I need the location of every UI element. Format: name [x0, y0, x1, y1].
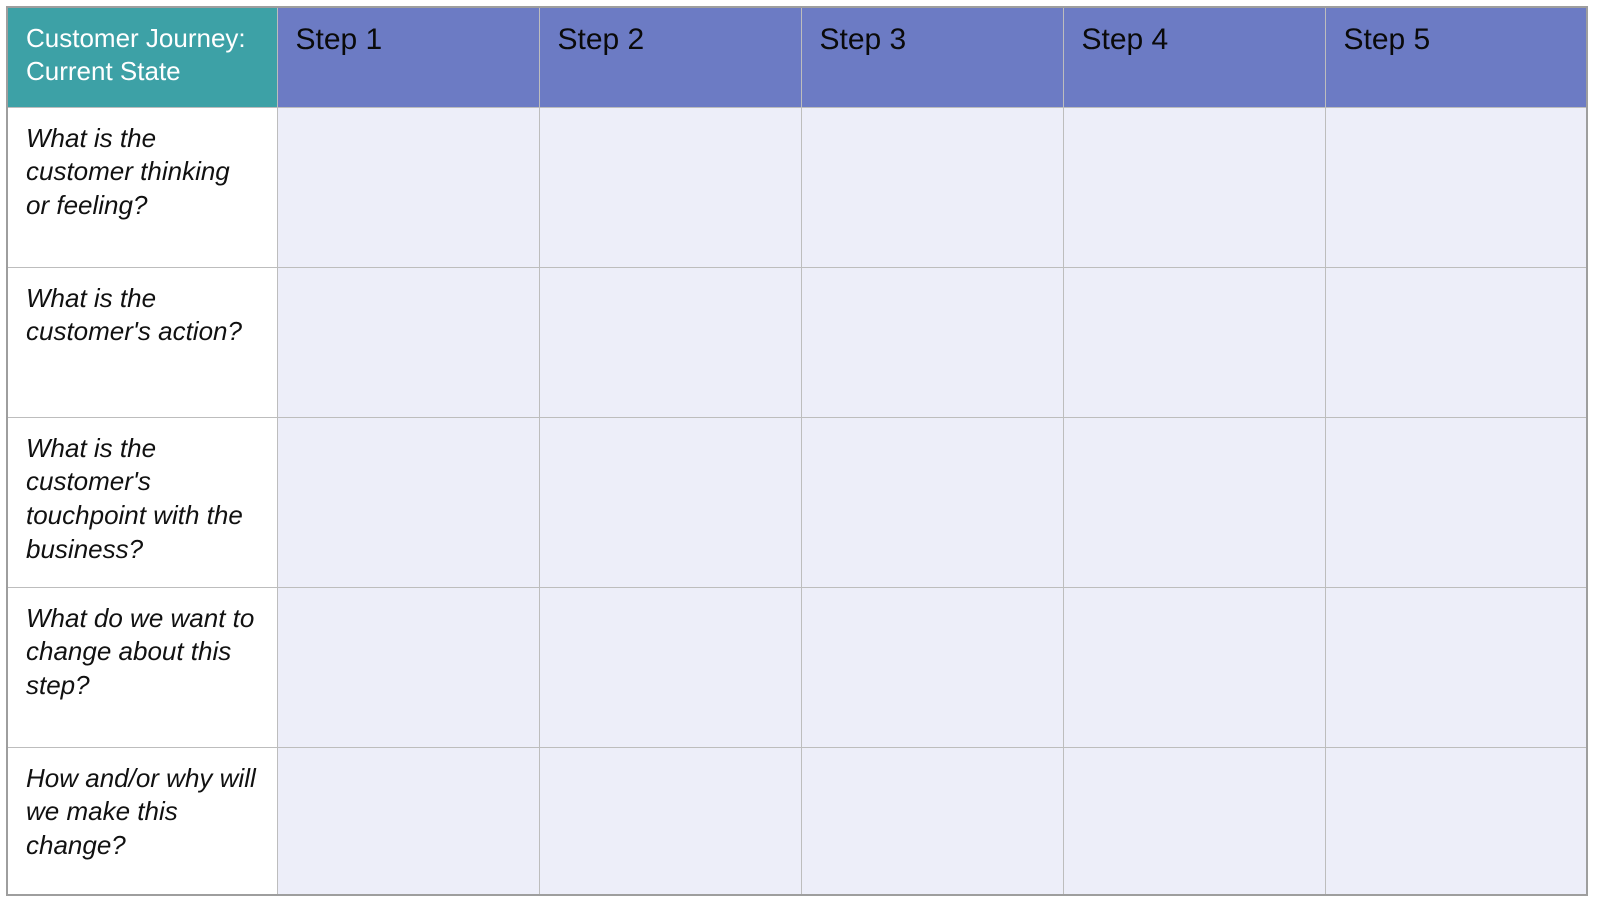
cell-r5-c1[interactable] — [277, 747, 539, 895]
cell-r5-c2[interactable] — [539, 747, 801, 895]
cell-r3-c4[interactable] — [1063, 417, 1325, 587]
cell-r2-c1[interactable] — [277, 267, 539, 417]
step-header-2: Step 2 — [539, 7, 801, 107]
step-header-5: Step 5 — [1325, 7, 1587, 107]
table-corner-title: Customer Journey: Current State — [7, 7, 277, 107]
cell-r2-c3[interactable] — [801, 267, 1063, 417]
cell-r1-c3[interactable] — [801, 107, 1063, 267]
cell-r3-c2[interactable] — [539, 417, 801, 587]
cell-r4-c5[interactable] — [1325, 587, 1587, 747]
cell-r1-c4[interactable] — [1063, 107, 1325, 267]
step-header-1: Step 1 — [277, 7, 539, 107]
row-label-change-what: What do we want to change about this ste… — [7, 587, 277, 747]
table-row: What is the customer thinking or feeling… — [7, 107, 1587, 267]
cell-r3-c5[interactable] — [1325, 417, 1587, 587]
cell-r5-c4[interactable] — [1063, 747, 1325, 895]
step-header-3: Step 3 — [801, 7, 1063, 107]
table-row: How and/or why will we make this change? — [7, 747, 1587, 895]
cell-r5-c3[interactable] — [801, 747, 1063, 895]
cell-r2-c5[interactable] — [1325, 267, 1587, 417]
cell-r2-c2[interactable] — [539, 267, 801, 417]
cell-r1-c5[interactable] — [1325, 107, 1587, 267]
row-label-thinking-feeling: What is the customer thinking or feeling… — [7, 107, 277, 267]
step-header-4: Step 4 — [1063, 7, 1325, 107]
cell-r3-c1[interactable] — [277, 417, 539, 587]
cell-r4-c3[interactable] — [801, 587, 1063, 747]
table-row: What is the customer's action? — [7, 267, 1587, 417]
cell-r1-c2[interactable] — [539, 107, 801, 267]
row-label-change-how-why: How and/or why will we make this change? — [7, 747, 277, 895]
cell-r4-c1[interactable] — [277, 587, 539, 747]
cell-r2-c4[interactable] — [1063, 267, 1325, 417]
row-label-action: What is the customer's action? — [7, 267, 277, 417]
row-label-touchpoint: What is the customer's touchpoint with t… — [7, 417, 277, 587]
cell-r4-c4[interactable] — [1063, 587, 1325, 747]
cell-r1-c1[interactable] — [277, 107, 539, 267]
customer-journey-table: Customer Journey: Current State Step 1 S… — [6, 6, 1588, 896]
cell-r4-c2[interactable] — [539, 587, 801, 747]
header-row: Customer Journey: Current State Step 1 S… — [7, 7, 1587, 107]
cell-r5-c5[interactable] — [1325, 747, 1587, 895]
table-row: What is the customer's touchpoint with t… — [7, 417, 1587, 587]
cell-r3-c3[interactable] — [801, 417, 1063, 587]
table-row: What do we want to change about this ste… — [7, 587, 1587, 747]
